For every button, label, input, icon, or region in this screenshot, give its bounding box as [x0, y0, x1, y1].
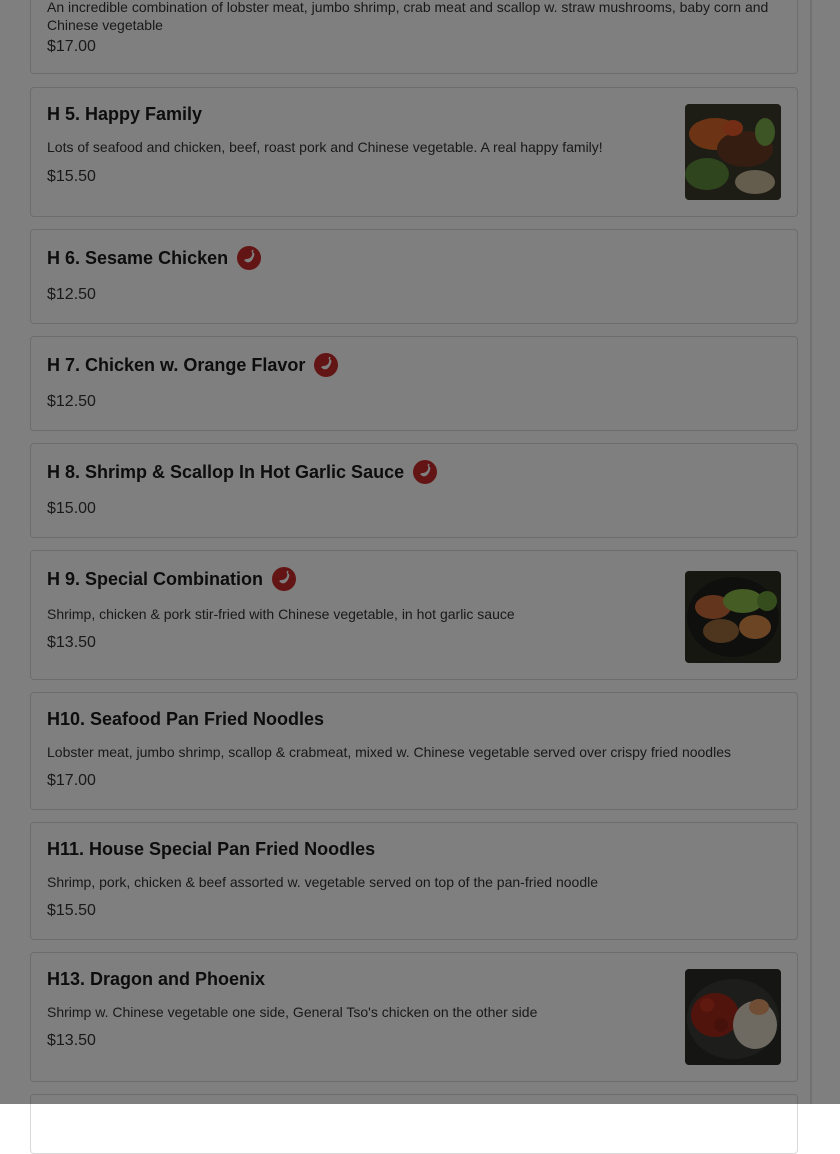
item-description: Lots of seafood and chicken, beef, roast… — [47, 139, 603, 155]
item-name: H 7. Chicken w. Orange Flavor — [47, 353, 339, 377]
item-name-text: H10. Seafood Pan Fried Noodles — [47, 709, 325, 729]
item-name: H11. House Special Pan Fried Noodles — [47, 839, 375, 860]
menu-item-card[interactable]: H10. Seafood Pan Fried Noodles Lobster m… — [30, 692, 798, 810]
item-name: H 8. Shrimp & Scallop In Hot Garlic Sauc… — [47, 460, 438, 484]
chili-pepper-icon — [413, 460, 438, 484]
item-name-text: H 8. Shrimp & Scallop In Hot Garlic Sauc… — [47, 461, 405, 482]
item-name-text: H 5. Happy Family — [47, 104, 203, 124]
chili-pepper-icon — [272, 567, 297, 591]
item-name: H13. Dragon and Phoenix — [47, 969, 265, 990]
item-price: $15.50 — [47, 168, 96, 185]
item-description: Shrimp, pork, chicken & beef assorted w.… — [47, 874, 598, 890]
item-price: $17.00 — [47, 772, 96, 789]
chili-pepper-icon — [237, 246, 262, 270]
item-price: $13.50 — [47, 1032, 96, 1049]
item-name-text: H 9. Special Combination — [47, 568, 264, 589]
item-price: $17.00 — [47, 38, 96, 55]
item-price: $15.00 — [47, 500, 96, 517]
item-photo[interactable] — [685, 571, 781, 663]
item-price: $13.50 — [47, 634, 96, 651]
menu-item-card[interactable] — [30, 1094, 798, 1154]
item-name: H 9. Special Combination — [47, 567, 297, 591]
menu-item-card[interactable]: H11. House Special Pan Fried Noodles Shr… — [30, 822, 798, 940]
item-price: $15.50 — [47, 902, 96, 919]
item-name: H10. Seafood Pan Fried Noodles — [47, 709, 324, 730]
menu-item-card[interactable]: H 9. Special Combination Shrimp, chicken… — [30, 550, 798, 680]
menu-item-card[interactable]: H 7. Chicken w. Orange Flavor $12.50 — [30, 336, 798, 431]
menu-item-card[interactable]: H13. Dragon and Phoenix Shrimp w. Chines… — [30, 952, 798, 1082]
item-price: $12.50 — [47, 286, 96, 303]
item-photo[interactable] — [685, 104, 781, 200]
item-name-text: H11. House Special Pan Fried Noodles — [47, 839, 376, 859]
menu-item-card[interactable]: H 8. Shrimp & Scallop In Hot Garlic Sauc… — [30, 443, 798, 538]
item-name-text: H 7. Chicken w. Orange Flavor — [47, 354, 306, 375]
item-photo[interactable] — [685, 969, 781, 1065]
item-description: Shrimp, chicken & pork stir-fried with C… — [47, 606, 515, 622]
item-price: $12.50 — [47, 393, 96, 410]
menu-item-card[interactable]: H 6. Sesame Chicken $12.50 — [30, 229, 798, 324]
menu-item-card[interactable]: H 5. Happy Family Lots of seafood and ch… — [30, 87, 798, 217]
item-name-text: H 6. Sesame Chicken — [47, 247, 229, 268]
item-description: An incredible combination of lobster mea… — [47, 0, 769, 33]
item-name-text: H13. Dragon and Phoenix — [47, 969, 266, 989]
chili-pepper-icon — [314, 353, 339, 377]
menu-item-card[interactable]: An incredible combination of lobster mea… — [30, 0, 798, 74]
scrollbar-track[interactable] — [810, 0, 812, 1104]
item-description: Shrimp w. Chinese vegetable one side, Ge… — [47, 1004, 538, 1020]
item-name: H 6. Sesame Chicken — [47, 246, 262, 270]
item-description: Lobster meat, jumbo shrimp, scallop & cr… — [47, 744, 731, 760]
item-name: H 5. Happy Family — [47, 104, 202, 125]
